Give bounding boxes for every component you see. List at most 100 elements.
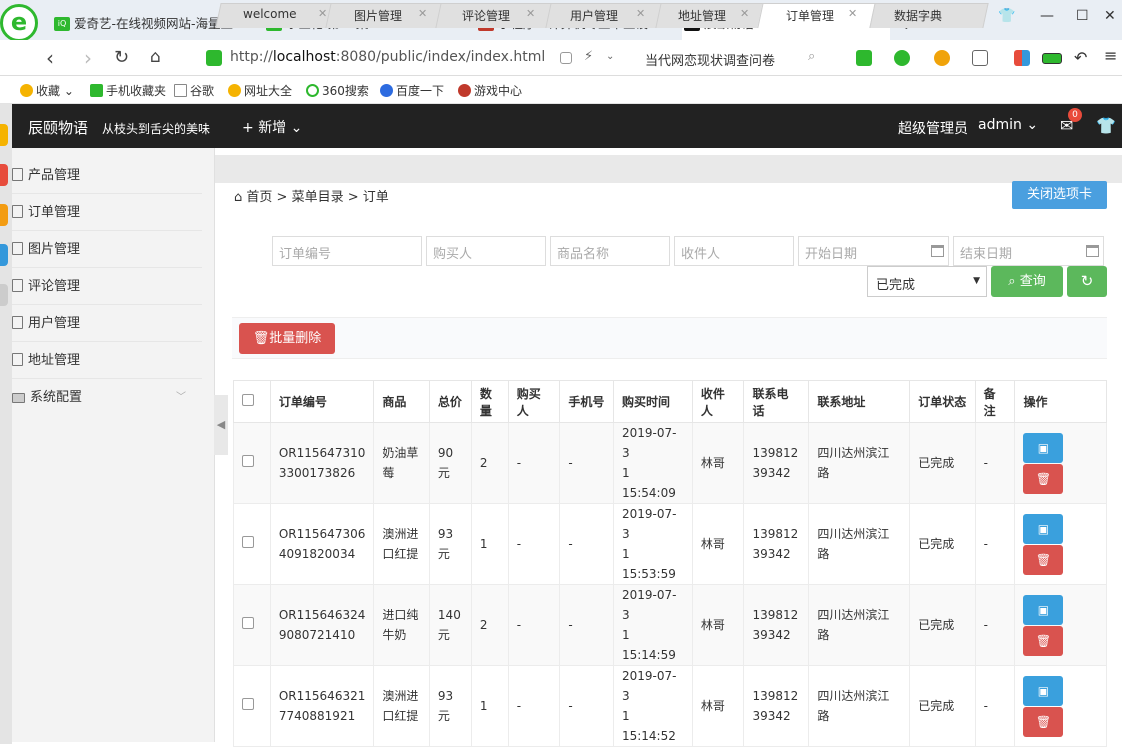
delete-button[interactable]: 🗑: [1023, 544, 1064, 575]
col-buyer[interactable]: 购买人: [507, 380, 561, 423]
sidebar-item-addresses[interactable]: 地址管理: [12, 342, 202, 379]
back-icon[interactable]: ‹: [46, 46, 54, 70]
tab-close-icon[interactable]: ✕: [740, 7, 749, 20]
sidebar-item-comments[interactable]: 评论管理: [12, 268, 202, 305]
sidebar-item-users[interactable]: 用户管理: [12, 305, 202, 342]
brand-title[interactable]: 辰颐物语: [28, 117, 88, 138]
bookmarks-bar: 收藏 ⌄ 手机收藏夹 谷歌 网址大全 360搜索 百度一下 游戏中心: [0, 76, 1122, 104]
col-status[interactable]: 订单状态: [909, 380, 976, 423]
col-phone[interactable]: 手机号: [559, 380, 614, 423]
time-cell: 2019-07-3 1 15:14:52: [612, 665, 693, 747]
side-app-icon[interactable]: [0, 244, 8, 266]
buyer-input[interactable]: 购买人: [426, 236, 546, 266]
screenshot-icon[interactable]: [972, 50, 988, 66]
sidebar-item-orders[interactable]: 订单管理: [12, 194, 202, 231]
tab-close-icon[interactable]: ✕: [848, 7, 857, 20]
bookmark-favorites[interactable]: 收藏 ⌄: [20, 82, 74, 99]
view-image-button[interactable]: ▣: [1023, 675, 1064, 706]
col-time[interactable]: 购买时间: [612, 380, 693, 423]
sidebar-item-products[interactable]: 产品管理: [12, 157, 202, 194]
bookmark-mobile[interactable]: 手机收藏夹: [90, 82, 166, 99]
tab-close-icon[interactable]: ✕: [418, 7, 427, 20]
side-app-icon[interactable]: [0, 124, 8, 146]
status-select[interactable]: 已完成 ▼: [867, 266, 987, 297]
receiver-input[interactable]: 收件人: [674, 236, 794, 266]
view-image-button[interactable]: ▣: [1023, 594, 1064, 625]
refresh-button[interactable]: ↻: [1067, 266, 1107, 297]
delete-button[interactable]: 🗑: [1023, 706, 1064, 737]
home-icon[interactable]: ⌂: [150, 47, 161, 67]
new-menu-button[interactable]: + 新增 ⌄: [242, 117, 302, 137]
bookmark-games[interactable]: 游戏中心: [458, 82, 522, 99]
status-cell: 已完成: [909, 503, 976, 585]
sidebar-collapse-handle[interactable]: ◀: [214, 395, 228, 455]
search-icon[interactable]: ⌕: [808, 49, 815, 64]
close-window-icon[interactable]: ✕: [1104, 8, 1116, 24]
breadcrumb-home[interactable]: 首页: [246, 190, 272, 205]
query-button[interactable]: ⌕ 查询: [991, 266, 1063, 297]
start-date-input[interactable]: 开始日期: [798, 236, 949, 266]
qr-code-icon[interactable]: [560, 52, 572, 64]
end-date-input[interactable]: 结束日期: [953, 236, 1104, 266]
sidebar-item-images[interactable]: 图片管理: [12, 231, 202, 268]
col-note[interactable]: 备注: [974, 380, 1016, 423]
delete-button[interactable]: 🗑: [1023, 463, 1064, 494]
col-address[interactable]: 联系地址: [808, 380, 911, 423]
row-checkbox[interactable]: [242, 536, 254, 548]
maximize-icon[interactable]: ☐: [1076, 8, 1089, 24]
table-row: OR115646321 7740881921 澳洲进 口红提 93 元 1 - - 2…: [233, 665, 1107, 747]
close-tabs-button[interactable]: 关闭选项卡: [1012, 181, 1107, 209]
bookmark-google[interactable]: 谷歌: [174, 82, 214, 99]
col-order-no[interactable]: 订单编号: [269, 380, 375, 423]
product-name-input[interactable]: 商品名称: [550, 236, 670, 266]
side-app-icon[interactable]: [0, 204, 8, 226]
row-checkbox[interactable]: [242, 455, 254, 467]
theme-shirt-icon[interactable]: 👕: [1096, 116, 1116, 135]
browser-logo-icon[interactable]: e: [0, 4, 38, 42]
scissors-icon[interactable]: [856, 50, 872, 66]
breadcrumb-menu[interactable]: 菜单目录: [292, 190, 344, 205]
search-suggestion[interactable]: 当代网恋现状调查问卷: [645, 50, 775, 69]
lightning-icon[interactable]: ⚡: [584, 49, 593, 64]
paw-icon: [380, 84, 393, 97]
translate-icon[interactable]: [894, 50, 910, 66]
chevron-down-icon[interactable]: ⌄: [606, 51, 614, 62]
shirt-skin-icon[interactable]: 👕: [998, 8, 1015, 24]
url-field[interactable]: http://localhost:8080/public/index/index…: [230, 49, 545, 65]
bookmark-baidu[interactable]: 百度一下: [380, 82, 444, 99]
security-shield-icon[interactable]: [206, 50, 222, 66]
select-all-checkbox[interactable]: [242, 394, 254, 406]
file-icon: [12, 242, 23, 255]
battery-icon[interactable]: [1042, 53, 1062, 64]
user-menu[interactable]: admin ⌄: [978, 117, 1038, 133]
side-app-icon[interactable]: [0, 284, 8, 306]
col-receiver[interactable]: 收件人: [691, 380, 745, 423]
view-image-button[interactable]: ▣: [1023, 432, 1064, 463]
side-app-icon[interactable]: [0, 164, 8, 186]
row-checkbox[interactable]: [242, 698, 254, 710]
row-checkbox[interactable]: [242, 617, 254, 629]
undo-icon[interactable]: ↶: [1074, 48, 1087, 67]
file-icon: [12, 168, 23, 181]
forward-icon[interactable]: ›: [84, 46, 92, 70]
bookmark-360search[interactable]: 360搜索: [306, 82, 369, 99]
bookmark-sites[interactable]: 网址大全: [228, 82, 292, 99]
col-product[interactable]: 商品: [373, 380, 430, 423]
menu-icon[interactable]: ≡: [1104, 46, 1117, 65]
reload-icon[interactable]: ↻: [114, 47, 129, 68]
apps-icon[interactable]: [1014, 50, 1030, 66]
col-price[interactable]: 总价: [428, 380, 472, 423]
col-qty[interactable]: 数量: [470, 380, 509, 423]
coin-icon[interactable]: [934, 50, 950, 66]
tab-close-icon[interactable]: ✕: [636, 7, 645, 20]
batch-delete-button[interactable]: 🗑批量删除: [239, 323, 335, 354]
sidebar-item-config[interactable]: 系统配置 ﹀: [12, 379, 202, 416]
view-image-button[interactable]: ▣: [1023, 513, 1064, 544]
minimize-icon[interactable]: —: [1040, 8, 1054, 24]
order-number-input[interactable]: 订单编号: [272, 236, 422, 266]
col-tel[interactable]: 联系电话: [743, 380, 810, 423]
delete-button[interactable]: 🗑: [1023, 625, 1064, 656]
tab-close-icon[interactable]: ✕: [526, 7, 535, 20]
tel-part: 139812: [752, 446, 799, 460]
tab-close-icon[interactable]: ✕: [318, 7, 327, 20]
